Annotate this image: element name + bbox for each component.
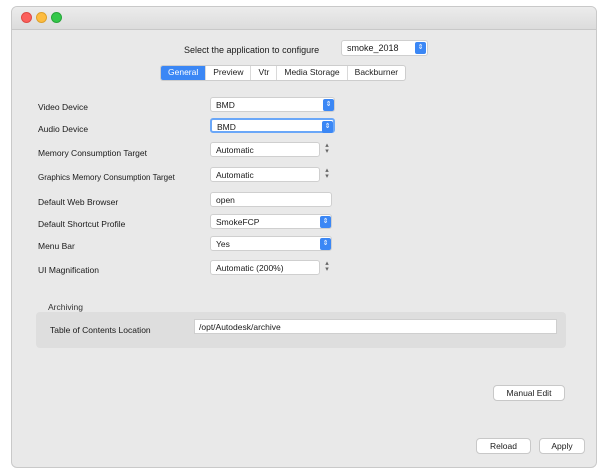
chevron-updown-icon: ⇕ [322,121,333,133]
ui-magnification-label: UI Magnification [38,265,99,275]
memory-target-field[interactable]: Automatic ▴ ▾ [210,142,329,157]
default-web-browser-value: open [216,195,235,205]
memory-target-label: Memory Consumption Target [38,148,147,158]
default-shortcut-profile-value: SmokeFCP [216,217,260,227]
zoom-window-button[interactable] [51,12,62,23]
preferences-window: Select the application to configure smok… [11,6,597,468]
default-shortcut-profile-label: Default Shortcut Profile [38,219,126,229]
app-select-value: smoke_2018 [347,43,399,53]
tab-bar: General Preview Vtr Media Storage Backbu… [160,65,407,81]
stepper-icon[interactable]: ▴ ▾ [323,167,331,181]
default-shortcut-profile-select[interactable]: SmokeFCP ⇕ [210,214,332,229]
tab-general[interactable]: General [161,66,207,80]
chevron-updown-icon: ⇕ [320,238,331,250]
close-window-button[interactable] [21,12,32,23]
audio-device-select[interactable]: BMD ⇕ [210,118,335,133]
memory-target-value: Automatic [216,145,254,155]
menu-bar-value: Yes [216,239,230,249]
stepper-icon[interactable]: ▴ ▾ [323,142,331,156]
ui-magnification-field[interactable]: Automatic (200%) ▴ ▾ [210,260,329,275]
archiving-section-label: Archiving [48,302,83,312]
minimize-window-button[interactable] [36,12,47,23]
graphics-memory-target-value: Automatic [216,170,254,180]
app-selector-label: Select the application to configure [184,45,320,55]
audio-device-label: Audio Device [38,124,89,134]
title-bar [12,7,596,30]
chevron-updown-icon: ⇕ [320,216,331,228]
default-web-browser-label: Default Web Browser [38,197,119,207]
toc-location-value: /opt/Autodesk/archive [199,322,281,332]
ui-magnification-value: Automatic (200%) [216,263,284,273]
default-web-browser-input[interactable]: open [210,192,332,207]
graphics-memory-target-field[interactable]: Automatic ▴ ▾ [210,167,329,182]
toc-location-label: Table of Contents Location [50,325,151,335]
graphics-memory-target-label: Graphics Memory Consumption Target [38,173,175,182]
reload-button[interactable]: Reload [476,438,531,454]
tab-vtr[interactable]: Vtr [251,66,278,80]
tab-backburner[interactable]: Backburner [348,66,405,80]
tab-preview[interactable]: Preview [206,66,252,80]
audio-device-value: BMD [217,122,236,132]
menu-bar-select[interactable]: Yes ⇕ [210,236,332,251]
stepper-icon[interactable]: ▴ ▾ [323,260,331,274]
toc-location-input[interactable]: /opt/Autodesk/archive [194,319,557,334]
app-select-dropdown[interactable]: smoke_2018 ⇕ [341,40,428,56]
video-device-label: Video Device [38,102,88,112]
chevron-updown-icon: ⇕ [415,42,426,54]
menu-bar-label: Menu Bar [38,241,75,251]
video-device-value: BMD [216,100,235,110]
video-device-select[interactable]: BMD ⇕ [210,97,335,112]
apply-button[interactable]: Apply [539,438,585,454]
manual-edit-button[interactable]: Manual Edit [493,385,565,401]
chevron-updown-icon: ⇕ [323,99,334,111]
tab-media-storage[interactable]: Media Storage [277,66,348,80]
